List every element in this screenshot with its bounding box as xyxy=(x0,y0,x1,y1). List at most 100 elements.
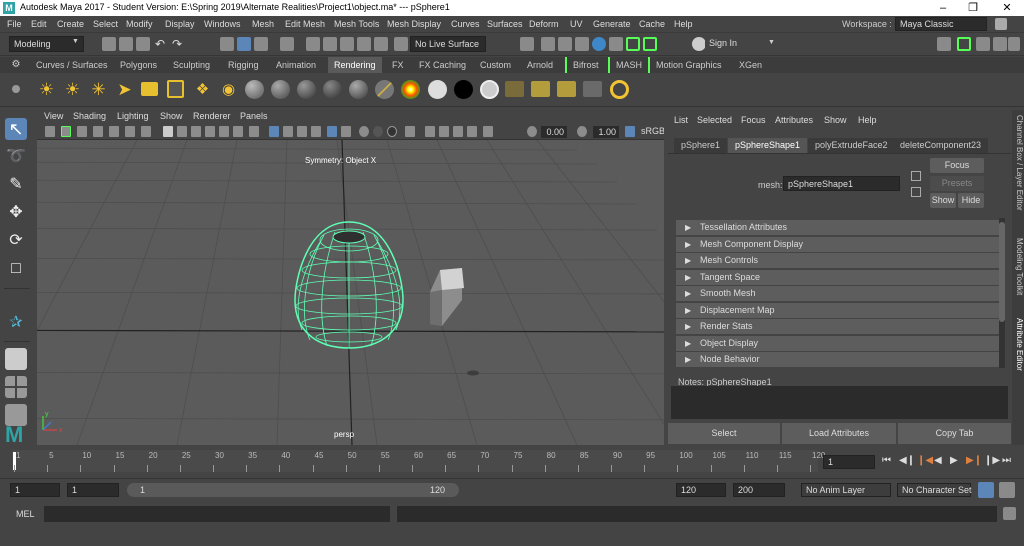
viewport-panel[interactable]: View Shading Lighting Show Renderer Pane… xyxy=(37,110,664,445)
ae-scrollbar-thumb[interactable] xyxy=(999,222,1005,322)
black-material-icon[interactable] xyxy=(454,80,473,99)
xray-joints-icon[interactable] xyxy=(297,126,307,137)
textured-icon[interactable] xyxy=(219,126,229,137)
snap-curve-icon[interactable] xyxy=(323,37,337,51)
motion-blur-icon[interactable] xyxy=(341,126,351,137)
tab-curves-surfaces[interactable]: Curves / Surfaces xyxy=(30,57,114,73)
step-forward-key-icon[interactable]: ▶❙ xyxy=(966,455,982,466)
tab-deletecomponent23[interactable]: deleteComponent23 xyxy=(893,138,989,153)
tab-channel-box[interactable]: Channel Box / Layer Editor xyxy=(1012,115,1024,211)
last-tool-icon[interactable]: ✰ xyxy=(5,312,27,334)
restore-icon[interactable]: ❐ xyxy=(958,0,988,16)
tab-fx-caching[interactable]: FX Caching xyxy=(413,57,472,73)
image-plane-icon[interactable] xyxy=(93,126,103,137)
close-icon[interactable]: ✕ xyxy=(992,0,1022,16)
section-node-behavior[interactable]: ▶ Node Behavior xyxy=(676,352,999,367)
hud-icon[interactable] xyxy=(387,126,397,137)
menu-mesh-display[interactable]: Mesh Display xyxy=(387,19,441,29)
open-scene-icon[interactable] xyxy=(119,37,133,51)
section-smooth-mesh[interactable]: ▶ Smooth Mesh xyxy=(676,286,999,301)
focus-button[interactable]: Focus xyxy=(930,158,984,173)
tab-animation[interactable]: Animation xyxy=(270,57,322,73)
tab-psphere1[interactable]: pSphere1 xyxy=(674,138,728,153)
playback-end-field[interactable]: 120 xyxy=(676,483,726,497)
two-d-pan-icon[interactable] xyxy=(453,126,463,137)
step-back-key-icon[interactable]: ❙◀ xyxy=(917,455,933,466)
menu-mesh-tools[interactable]: Mesh Tools xyxy=(334,19,379,29)
rotate-tool-icon[interactable]: ⟳ xyxy=(5,230,27,252)
ae-menu-selected[interactable]: Selected xyxy=(697,115,732,125)
cancel-batch-icon[interactable] xyxy=(583,81,602,97)
step-forward-frame-icon[interactable]: ❙▶ xyxy=(984,455,1000,466)
volume-light-icon[interactable] xyxy=(167,80,184,98)
four-view-layout-icon[interactable] xyxy=(5,376,27,398)
animation-start-field[interactable]: 1 xyxy=(10,483,60,497)
toggle-display-icon[interactable] xyxy=(405,126,415,137)
xray-icon[interactable] xyxy=(283,126,293,137)
vp-menu-view[interactable]: View xyxy=(44,111,63,121)
mel-label[interactable]: MEL xyxy=(16,509,35,519)
show-batch-icon[interactable] xyxy=(610,80,629,99)
move-tool-icon[interactable]: ✥ xyxy=(5,202,27,224)
character-set-dropdown[interactable]: No Character Set xyxy=(897,483,972,497)
ae-menu-help[interactable]: Help xyxy=(858,115,877,125)
modeling-toolkit-icon[interactable] xyxy=(626,37,640,51)
section-displacement-map[interactable]: ▶ Displacement Map xyxy=(676,303,999,318)
menu-curves[interactable]: Curves xyxy=(451,19,480,29)
phong-e-material-icon[interactable] xyxy=(323,80,342,99)
shelf-options-icon[interactable] xyxy=(12,85,20,93)
ramp-shader-icon[interactable] xyxy=(375,80,394,99)
auto-key-icon[interactable] xyxy=(978,482,994,498)
load-attributes-button[interactable]: Load Attributes xyxy=(782,423,896,444)
shadows-icon[interactable] xyxy=(249,126,259,137)
command-input[interactable] xyxy=(44,506,390,522)
menu-display[interactable]: Display xyxy=(165,19,195,29)
exposure-field[interactable]: 0.00 xyxy=(541,126,567,138)
character-controls-icon[interactable] xyxy=(643,37,657,51)
channel-box-toggle-icon[interactable] xyxy=(957,37,971,51)
workspace-icon[interactable] xyxy=(995,18,1007,30)
tab-arnold[interactable]: Arnold xyxy=(521,57,559,73)
gamma-field[interactable]: 1.00 xyxy=(593,126,619,138)
tab-motion-graphics[interactable]: Motion Graphics xyxy=(648,57,728,73)
select-hierarchy-icon[interactable] xyxy=(220,37,234,51)
resolution-gate-icon[interactable] xyxy=(125,126,135,137)
vp-menu-lighting[interactable]: Lighting xyxy=(117,111,149,121)
ipr-render-icon[interactable] xyxy=(558,37,572,51)
vp-menu-renderer[interactable]: Renderer xyxy=(193,111,231,121)
tab-rendering[interactable]: Rendering xyxy=(328,57,382,73)
select-object-icon[interactable] xyxy=(237,37,251,51)
attribute-editor-toggle-icon[interactable] xyxy=(976,37,990,51)
live-surface-icon[interactable] xyxy=(394,37,408,51)
exposure-icon[interactable] xyxy=(527,126,537,137)
section-mesh-controls[interactable]: ▶ Mesh Controls xyxy=(676,253,999,268)
vp-menu-panels[interactable]: Panels xyxy=(240,111,268,121)
layout-icon[interactable] xyxy=(1008,37,1020,51)
menu-uv[interactable]: UV xyxy=(570,19,583,29)
current-frame-field[interactable]: 1 xyxy=(823,455,875,469)
tab-bifrost[interactable]: Bifrost xyxy=(565,57,605,73)
select-tool-icon[interactable]: ↖ xyxy=(5,118,27,140)
tab-rigging[interactable]: Rigging xyxy=(222,57,265,73)
gear-icon[interactable]: ⚙ xyxy=(10,59,22,71)
surface-shader-icon[interactable] xyxy=(401,80,420,99)
step-back-frame-icon[interactable]: ◀❙ xyxy=(899,455,915,466)
ambient-light-icon[interactable]: ☀ xyxy=(37,80,56,99)
vp-menu-show[interactable]: Show xyxy=(160,111,183,121)
tab-sculpting[interactable]: Sculpting xyxy=(167,57,216,73)
color-management-icon[interactable] xyxy=(483,126,493,137)
lasso-tool-icon[interactable]: ➰ xyxy=(5,146,27,168)
directional-light-icon[interactable]: ☀ xyxy=(63,80,82,99)
section-tessellation-attributes[interactable]: ▶ Tessellation Attributes xyxy=(676,220,999,235)
tab-attribute-editor[interactable]: Attribute Editor xyxy=(1012,318,1024,371)
filter-icon[interactable] xyxy=(280,37,294,51)
colorspace-label[interactable]: sRGB xyxy=(641,126,664,136)
camera-select-icon[interactable] xyxy=(45,126,55,137)
play-forwards-icon[interactable]: ▶ xyxy=(950,455,958,466)
minimize-icon[interactable]: – xyxy=(928,0,958,16)
menu-create[interactable]: Create xyxy=(57,19,84,29)
use-all-lights-icon[interactable] xyxy=(233,126,243,137)
render-settings-icon[interactable] xyxy=(575,37,589,51)
select-button[interactable]: Select xyxy=(668,423,780,444)
gate-mask-icon[interactable] xyxy=(141,126,151,137)
